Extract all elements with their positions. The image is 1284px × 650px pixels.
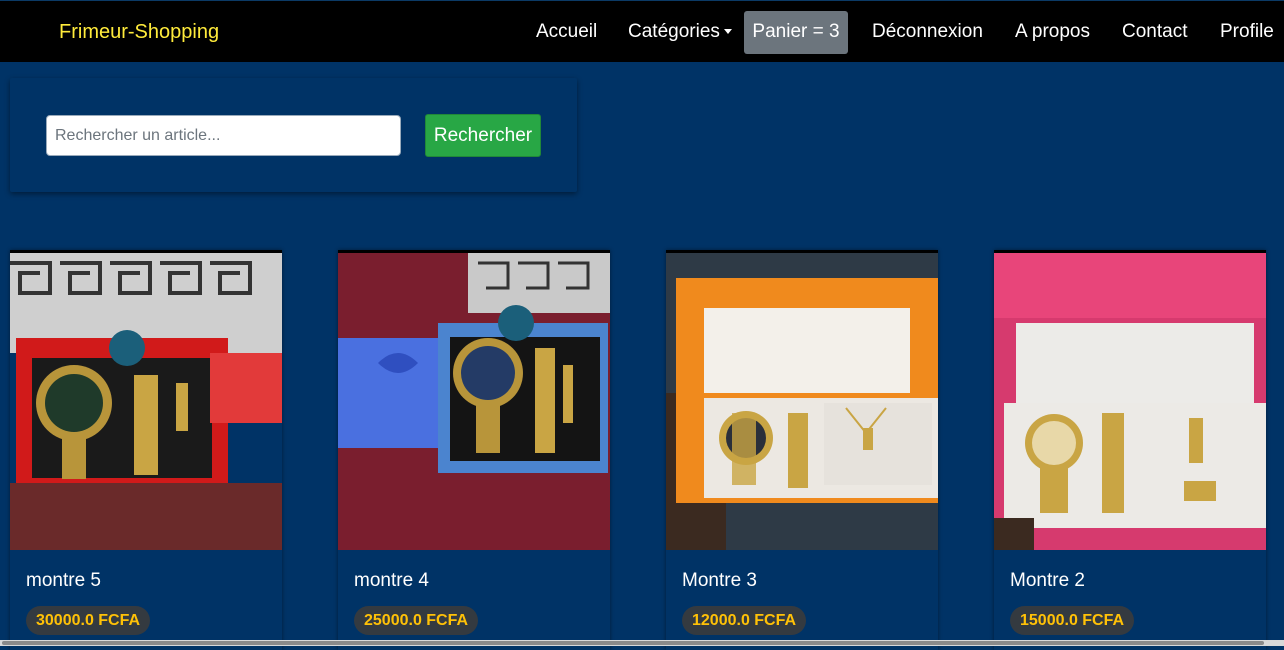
product-name: montre 4 bbox=[354, 570, 429, 591]
price-badge: 12000.0 FCFA bbox=[682, 606, 807, 635]
product-image[interactable] bbox=[666, 253, 938, 550]
scrollbar-thumb[interactable] bbox=[2, 641, 1264, 645]
navbar: Frimeur-Shopping Accueil Catégories Pani… bbox=[0, 0, 1284, 62]
search-input[interactable] bbox=[46, 115, 401, 156]
nav-home[interactable]: Accueil bbox=[536, 21, 597, 43]
search-card: Rechercher bbox=[10, 78, 577, 192]
nav-logout[interactable]: Déconnexion bbox=[872, 21, 983, 43]
nav-about[interactable]: A propos bbox=[1015, 21, 1090, 43]
product-name: montre 5 bbox=[26, 570, 101, 591]
nav-links: Accueil Catégories Panier = 3 Déconnexio… bbox=[0, 1, 1284, 63]
search-button[interactable]: Rechercher bbox=[425, 114, 541, 157]
horizontal-scrollbar[interactable] bbox=[0, 640, 1284, 646]
nav-contact[interactable]: Contact bbox=[1122, 21, 1187, 43]
price-badge: 15000.0 FCFA bbox=[1010, 606, 1135, 635]
product-image[interactable] bbox=[338, 253, 610, 550]
product-card[interactable]: montre 5 30000.0 FCFA bbox=[10, 250, 282, 650]
nav-categories-dropdown[interactable]: Catégories bbox=[628, 21, 732, 43]
price-badge: 25000.0 FCFA bbox=[354, 606, 479, 635]
product-image[interactable] bbox=[10, 253, 282, 550]
product-card[interactable]: montre 4 25000.0 FCFA bbox=[338, 250, 610, 650]
nav-profile[interactable]: Profile bbox=[1220, 21, 1274, 43]
product-name: Montre 2 bbox=[1010, 570, 1085, 591]
product-card[interactable]: Montre 3 12000.0 FCFA bbox=[666, 250, 938, 650]
product-card[interactable]: Montre 2 15000.0 FCFA bbox=[994, 250, 1266, 650]
caret-down-icon bbox=[723, 29, 732, 34]
nav-cart[interactable]: Panier = 3 bbox=[744, 11, 848, 54]
price-badge: 30000.0 FCFA bbox=[26, 606, 151, 635]
product-name: Montre 3 bbox=[682, 570, 757, 591]
product-image[interactable] bbox=[994, 253, 1266, 550]
nav-categories-label: Catégories bbox=[628, 21, 720, 42]
